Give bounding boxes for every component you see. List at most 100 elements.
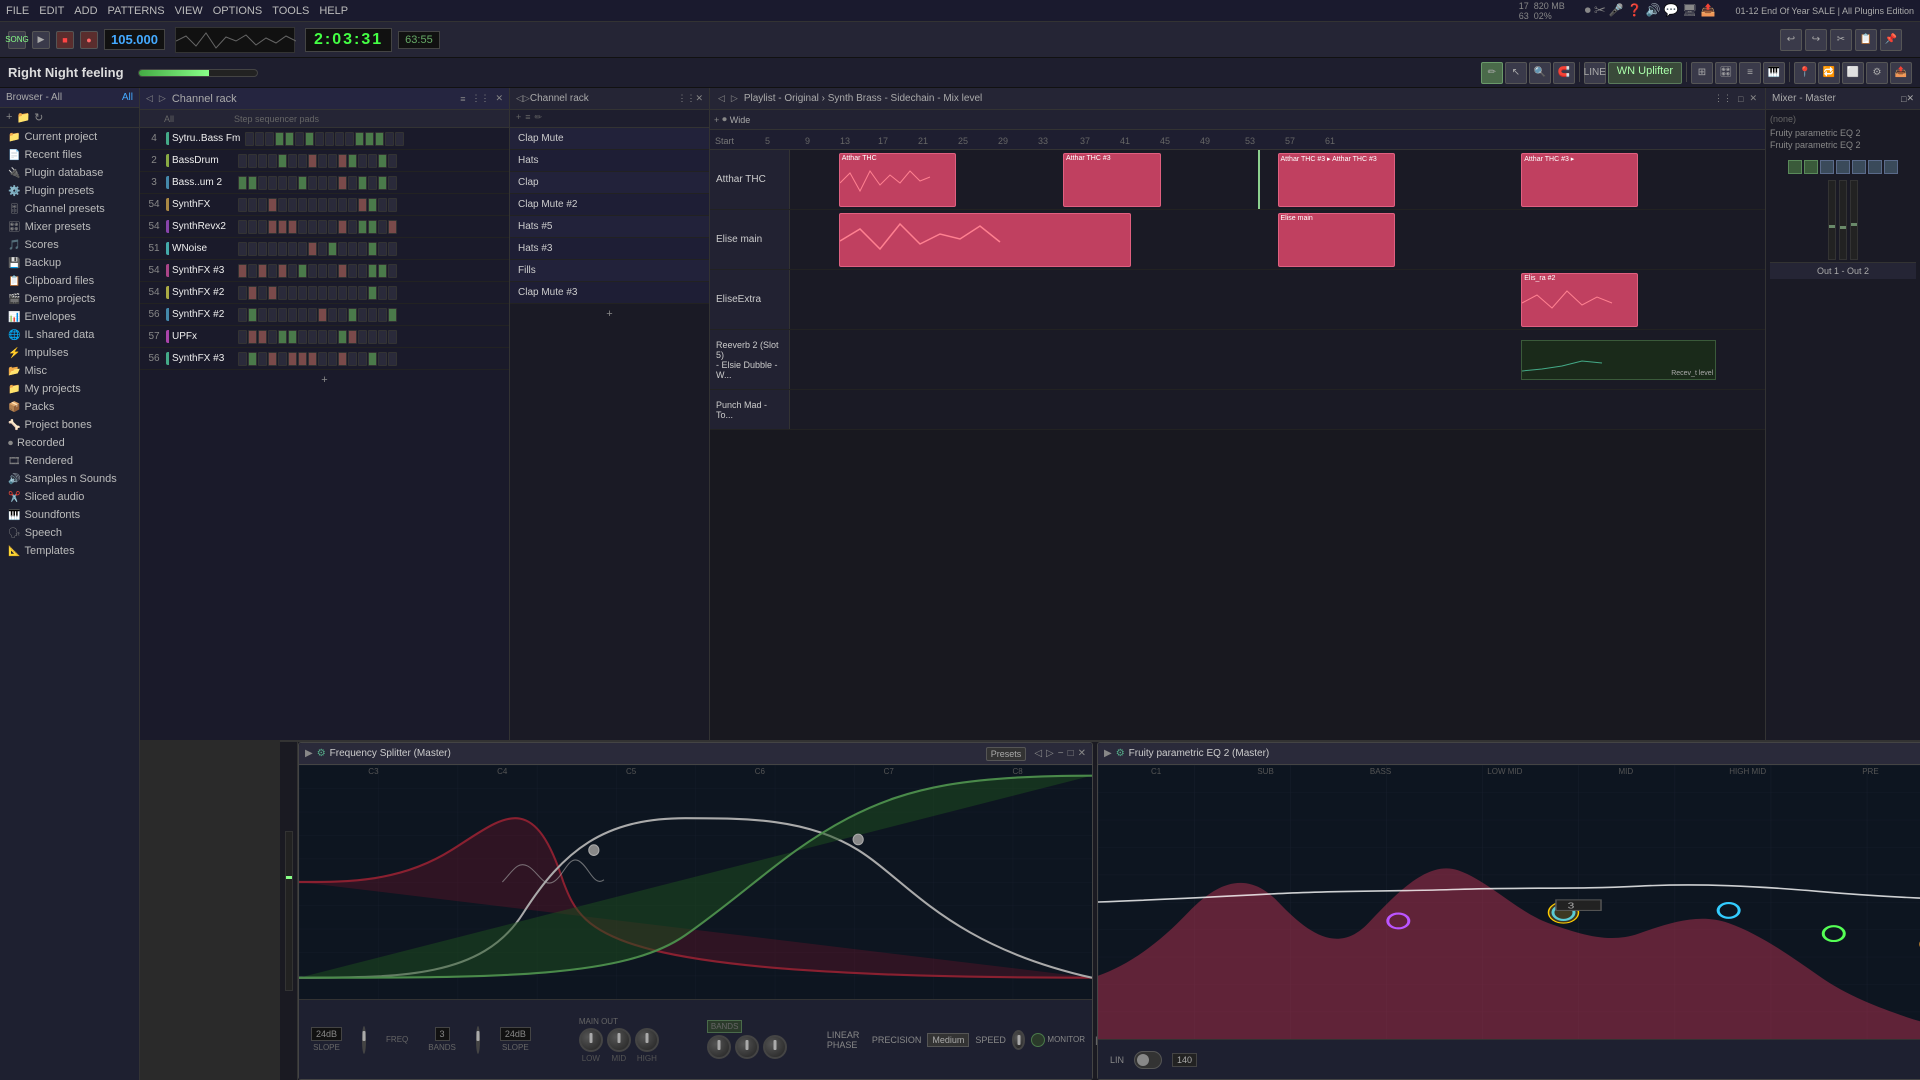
sidebar-item-my-projects[interactable]: 📁My projects: [0, 380, 139, 398]
pad-10-3[interactable]: [268, 352, 277, 366]
pad-10-5[interactable]: [288, 352, 297, 366]
pad-9-7[interactable]: [308, 330, 317, 344]
pad-6-6[interactable]: [298, 264, 307, 278]
pad-0-1[interactable]: [255, 132, 264, 146]
sidebar-item-impulses[interactable]: ⚡Impulses: [0, 344, 139, 362]
pad-3-7[interactable]: [308, 198, 317, 212]
pad-5-14[interactable]: [378, 242, 387, 256]
pad-7-0[interactable]: [238, 286, 247, 300]
plt-add[interactable]: +: [714, 115, 719, 125]
channel-row-2[interactable]: 3 Bass..um 2: [140, 172, 509, 194]
mixer-close[interactable]: ✕: [1906, 93, 1914, 104]
mix-toggle-7[interactable]: [1884, 160, 1898, 174]
magnet-tool[interactable]: 🧲: [1553, 62, 1575, 84]
pad-4-1[interactable]: [248, 220, 257, 234]
fader-3[interactable]: [1850, 180, 1858, 260]
high-knob[interactable]: [635, 1028, 659, 1052]
sidebar-item-samples-n-sounds[interactable]: 🔊Samples n Sounds: [0, 470, 139, 488]
pad-7-6[interactable]: [298, 286, 307, 300]
step-item-2[interactable]: Clap: [510, 172, 709, 194]
pad-3-4[interactable]: [278, 198, 287, 212]
pad-10-4[interactable]: [278, 352, 287, 366]
pad-5-6[interactable]: [298, 242, 307, 256]
list-btn[interactable]: ≡: [1739, 62, 1761, 84]
clip-reverb-1[interactable]: Recev_t level: [1521, 340, 1716, 380]
pad-6-0[interactable]: [238, 264, 247, 278]
freq-prev[interactable]: ◁: [1034, 748, 1042, 759]
pad-1-12[interactable]: [358, 154, 367, 168]
pad-2-12[interactable]: [358, 176, 367, 190]
plugin-label[interactable]: WN Uplifter: [1608, 62, 1682, 84]
pad-2-15[interactable]: [388, 176, 397, 190]
pad-7-13[interactable]: [368, 286, 377, 300]
freq1-knob[interactable]: [362, 1026, 366, 1054]
clip-elise-1[interactable]: [839, 213, 1132, 267]
sidebar-item-clipboard-files[interactable]: 📋Clipboard files: [0, 272, 139, 290]
step-item-0[interactable]: Clap Mute: [510, 128, 709, 150]
pad-9-2[interactable]: [258, 330, 267, 344]
pad-2-9[interactable]: [328, 176, 337, 190]
pad-4-13[interactable]: [368, 220, 377, 234]
pad-0-8[interactable]: [325, 132, 334, 146]
pad-1-11[interactable]: [348, 154, 357, 168]
sidebar-item-rendered[interactable]: 🎞Rendered: [0, 452, 139, 470]
channel-row-3[interactable]: 54 SynthFX: [140, 194, 509, 216]
pad-1-3[interactable]: [268, 154, 277, 168]
pad-8-14[interactable]: [378, 308, 387, 322]
pad-2-5[interactable]: [288, 176, 297, 190]
pad-1-14[interactable]: [378, 154, 387, 168]
pad-0-10[interactable]: [345, 132, 354, 146]
lin-toggle[interactable]: [1134, 1051, 1162, 1069]
pad-6-15[interactable]: [388, 264, 397, 278]
pad-1-6[interactable]: [298, 154, 307, 168]
pad-8-6[interactable]: [298, 308, 307, 322]
freq-next[interactable]: ▷: [1046, 748, 1054, 759]
pad-0-14[interactable]: [385, 132, 394, 146]
menu-item-tools[interactable]: TOOLS: [272, 5, 309, 17]
pad-9-3[interactable]: [268, 330, 277, 344]
freq-minimize[interactable]: −: [1058, 748, 1064, 759]
clip-atthar-2[interactable]: Atthar THC #3: [1063, 153, 1161, 207]
monitor-led[interactable]: [1031, 1033, 1045, 1047]
track-clips-atthar[interactable]: Atthar THC Atthar THC #3 Atthar THC #3 ▸…: [790, 150, 1765, 209]
clip-atthar-3[interactable]: Atthar THC #3 ▸ Atthar THC #3: [1278, 153, 1395, 207]
sidebar-item-envelopes[interactable]: 📊Envelopes: [0, 308, 139, 326]
snap-btn[interactable]: 📍: [1794, 62, 1816, 84]
pad-6-2[interactable]: [258, 264, 267, 278]
pad-10-15[interactable]: [388, 352, 397, 366]
menu-item-file[interactable]: FILE: [6, 5, 29, 17]
pad-8-15[interactable]: [388, 308, 397, 322]
pad-2-11[interactable]: [348, 176, 357, 190]
menu-item-view[interactable]: VIEW: [175, 5, 203, 17]
sidebar-item-backup[interactable]: 💾Backup: [0, 254, 139, 272]
eq-content[interactable]: C1SUBBASSLOW MIDMIDHIGH MIDPRETREBLE: [1098, 765, 1920, 1039]
pad-9-15[interactable]: [388, 330, 397, 344]
freq-maximize[interactable]: □: [1068, 748, 1074, 759]
pad-8-5[interactable]: [288, 308, 297, 322]
pad-10-2[interactable]: [258, 352, 267, 366]
select-tool[interactable]: ↖: [1505, 62, 1527, 84]
step-list-btn[interactable]: ≡: [525, 112, 530, 125]
mix-toggle-3[interactable]: [1820, 160, 1834, 174]
master-fader[interactable]: [285, 831, 293, 991]
pad-10-6[interactable]: [298, 352, 307, 366]
low-knob[interactable]: [579, 1028, 603, 1052]
freq-splitter-collapse[interactable]: ▶: [305, 748, 313, 759]
pad-7-9[interactable]: [328, 286, 337, 300]
pad-0-11[interactable]: [355, 132, 364, 146]
mix-btn[interactable]: 🎛: [1715, 62, 1737, 84]
sidebar-item-recorded[interactable]: ⏺Recorded: [0, 434, 139, 452]
pad-9-6[interactable]: [298, 330, 307, 344]
pad-8-9[interactable]: [328, 308, 337, 322]
pad-4-6[interactable]: [298, 220, 307, 234]
step-item-7[interactable]: Clap Mute #3: [510, 282, 709, 304]
clip-atthar-1[interactable]: Atthar THC: [839, 153, 956, 207]
step-item-4[interactable]: Hats #5: [510, 216, 709, 238]
pad-3-8[interactable]: [318, 198, 327, 212]
pad-7-5[interactable]: [288, 286, 297, 300]
playlist-maximize[interactable]: □: [1738, 94, 1743, 104]
pad-10-12[interactable]: [358, 352, 367, 366]
pad-2-10[interactable]: [338, 176, 347, 190]
channel-row-4[interactable]: 54 SynthRevx2: [140, 216, 509, 238]
pad-2-3[interactable]: [268, 176, 277, 190]
